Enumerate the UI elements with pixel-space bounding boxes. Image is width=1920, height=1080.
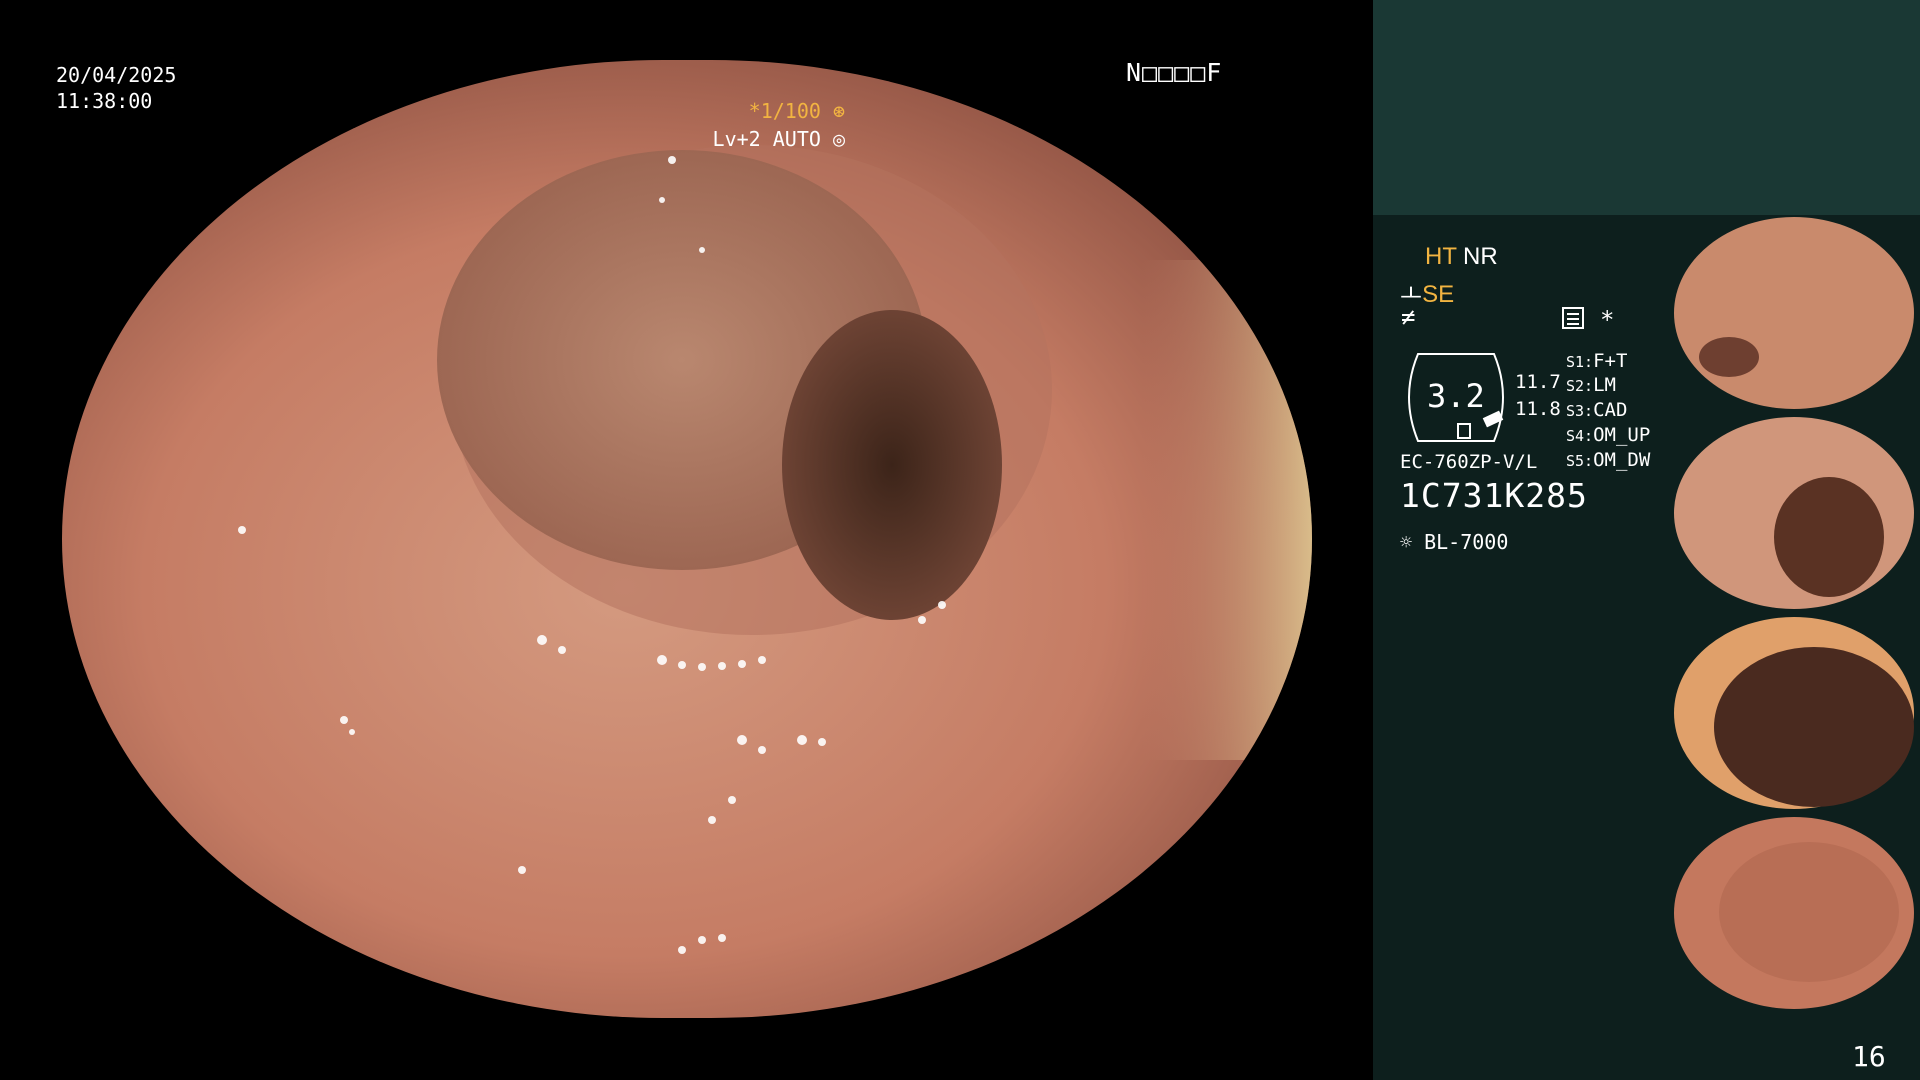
se-text: SE [1422,281,1455,308]
thumbnail-1[interactable] [1669,217,1920,409]
aperture-icon: ⊛ [832,99,845,123]
setting-key: S2: [1566,377,1594,395]
light-source-text: BL-7000 [1424,530,1509,554]
setting-s1: S1:F+T [1566,350,1627,372]
page-number: 16 [1852,1040,1886,1073]
setting-value: LM [1593,374,1616,396]
value-1: 11.7 [1515,371,1561,393]
setting-key: S3: [1566,402,1594,420]
date-text: 20/04/2025 [56,63,177,87]
setting-s4: S4:OM_UP [1566,424,1650,446]
value-2: 11.8 [1515,398,1561,420]
setting-key: S5: [1566,452,1594,470]
thumbnail-image [1674,617,1914,809]
panel-header-block [1373,0,1920,215]
thumbnail-image [1674,417,1914,609]
shutter-text: *1/100 [748,99,821,123]
date-time: 20/04/2025 11:38:00 [56,62,176,114]
thumbnail-4[interactable] [1669,817,1920,1009]
setting-s5: S5:OM_DW [1566,449,1650,471]
setting-value: CAD [1593,399,1628,421]
setting-key: S1: [1566,353,1594,371]
star-marker: * [1600,306,1615,334]
endoscopic-image [62,60,1312,1018]
shutter-speed: *1/100 ⊛ [749,98,845,124]
light-source: ☼ BL-7000 [1400,530,1508,554]
gauge-value: 3.2 [1427,377,1485,415]
level-text: Lv+2 AUTO [712,127,821,151]
thumbnail-image [1674,217,1914,409]
nr-indicator: NR [1463,243,1498,270]
scope-serial: 1C731K285 [1400,476,1588,515]
thumbnail-2[interactable] [1669,417,1920,609]
setting-value: OM_DW [1593,449,1651,471]
endoscope-view: 20/04/2025 11:38:00 N□□□□F *1/100 ⊛ Lv+2… [0,0,1373,1080]
wave-icon: ≠ [1401,303,1416,331]
colon-lumen-image [62,60,1312,1018]
setting-key: S4: [1566,427,1594,445]
setting-s2: S2:LM [1566,374,1616,396]
brightness-level: Lv+2 AUTO ◎ [713,126,845,152]
setting-value: OM_UP [1593,424,1651,446]
memo-icon [1562,307,1584,329]
patient-code: N□□□□F [1126,58,1223,87]
thumbnail-3[interactable] [1669,617,1920,809]
iris-icon: ◎ [832,127,845,151]
scope-model: EC-760ZP-V/L [1400,451,1538,473]
ht-indicator: HT [1425,243,1457,270]
lightbulb-icon: ☼ [1400,530,1413,554]
time-text: 11:38:00 [56,89,153,113]
thumbnail-image [1674,817,1914,1009]
setting-value: F+T [1593,350,1628,372]
setting-s3: S3:CAD [1566,399,1627,421]
